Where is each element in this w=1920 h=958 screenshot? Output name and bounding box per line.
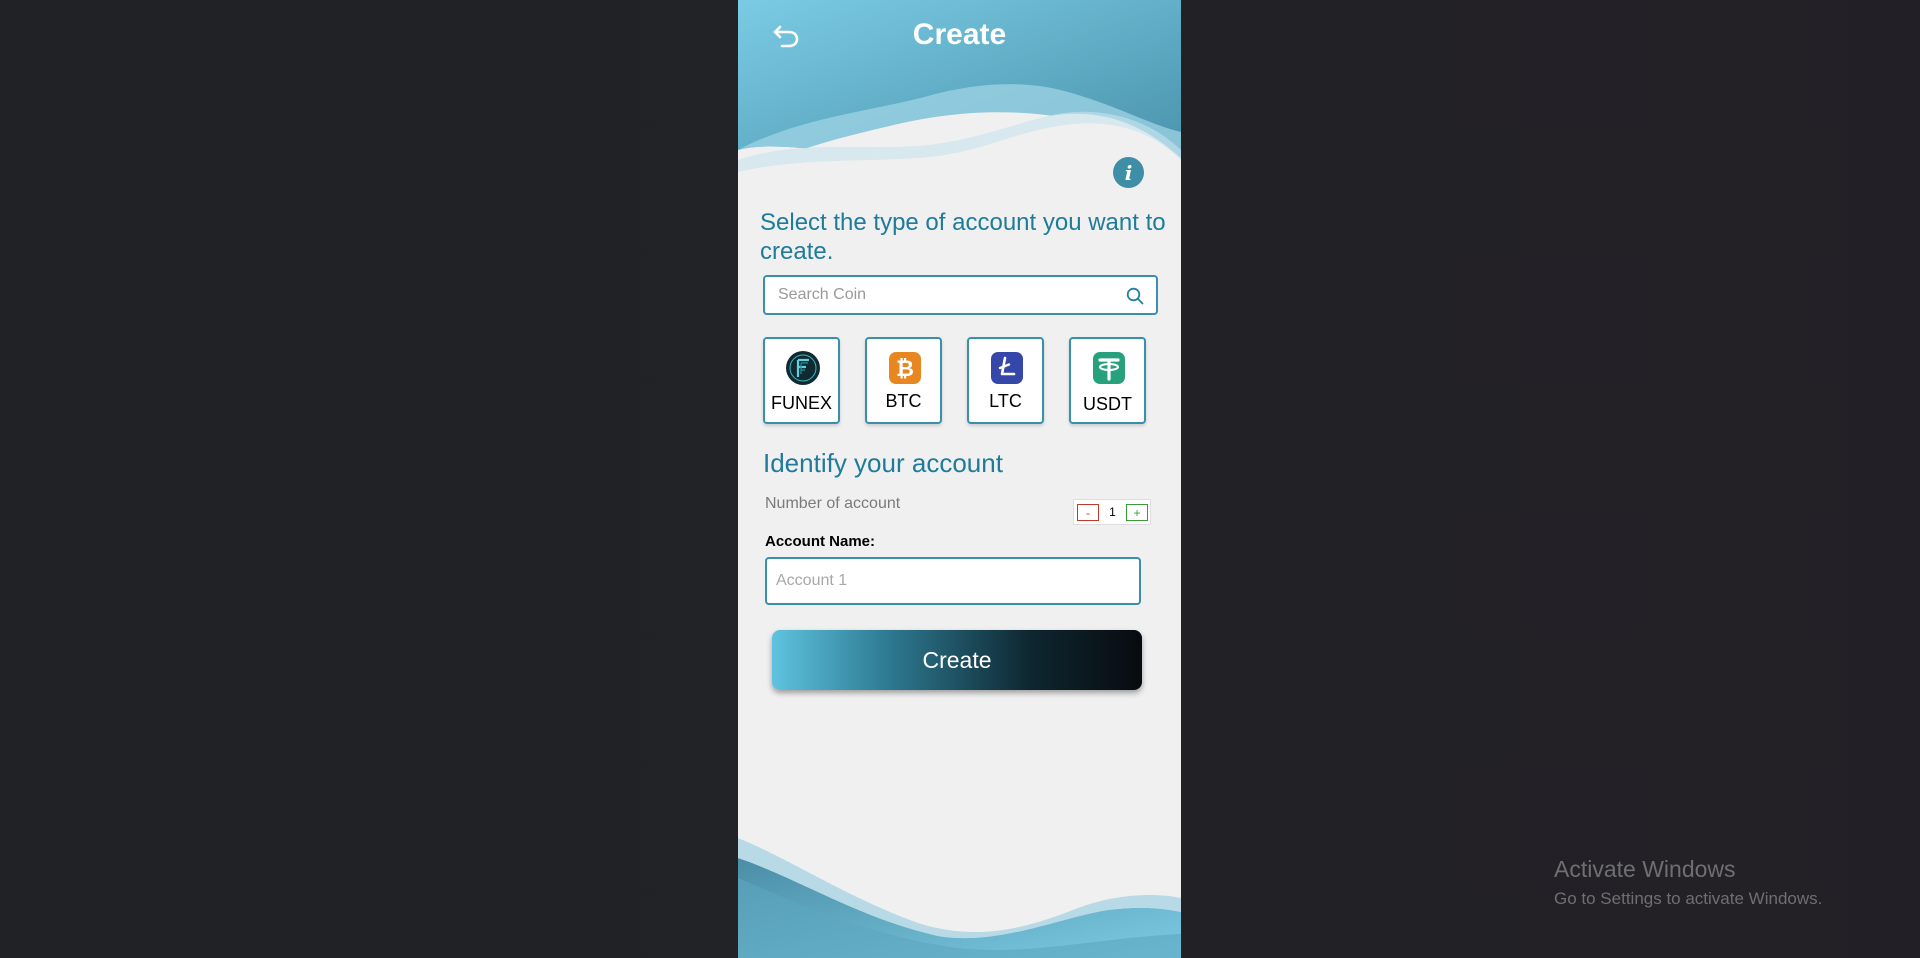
create-button[interactable]: Create: [772, 630, 1142, 690]
page-title: Create: [912, 18, 1007, 51]
footer-wave-background: [738, 838, 1181, 958]
coin-card-usdt[interactable]: USDT: [1069, 337, 1146, 424]
account-name-input[interactable]: [765, 557, 1141, 605]
coin-label: BTC: [885, 391, 922, 411]
info-button[interactable]: i: [1113, 157, 1144, 188]
windows-activation-watermark: Activate Windows Go to Settings to activ…: [1554, 856, 1822, 909]
identify-account-heading: Identify your account: [763, 448, 1003, 478]
litecoin-icon: [991, 352, 1023, 384]
watermark-subtitle: Go to Settings to activate Windows.: [1554, 889, 1823, 908]
funex-logo-icon: [786, 351, 820, 385]
coin-card-btc[interactable]: ₿ BTC: [865, 337, 942, 424]
search-coin-box: [763, 275, 1158, 315]
search-coin-input[interactable]: [765, 277, 1105, 313]
decrement-button[interactable]: -: [1077, 504, 1099, 521]
search-icon[interactable]: [1126, 287, 1144, 305]
number-of-account-label: Number of account: [765, 495, 901, 512]
bitcoin-icon: ₿: [889, 352, 921, 384]
info-icon: i: [1124, 160, 1133, 185]
increment-button[interactable]: +: [1126, 504, 1148, 521]
select-account-type-heading: Select the type of account you want to c…: [760, 209, 1166, 265]
coin-label: LTC: [989, 391, 1022, 411]
svg-text:₿: ₿: [896, 357, 914, 382]
watermark-title: Activate Windows: [1554, 856, 1736, 882]
coin-label: USDT: [1083, 394, 1132, 414]
coin-label: FUNEX: [770, 393, 832, 413]
coin-card-funex[interactable]: FUNEX: [763, 337, 840, 424]
quantity-value: 1: [1109, 505, 1116, 519]
tether-icon: [1093, 352, 1125, 384]
account-name-label: Account Name:: [765, 533, 876, 550]
mobile-app-frame: Create i Select the type of account you …: [738, 0, 1181, 958]
coin-card-ltc[interactable]: LTC: [967, 337, 1044, 424]
account-quantity-stepper: - 1 +: [1073, 499, 1151, 525]
